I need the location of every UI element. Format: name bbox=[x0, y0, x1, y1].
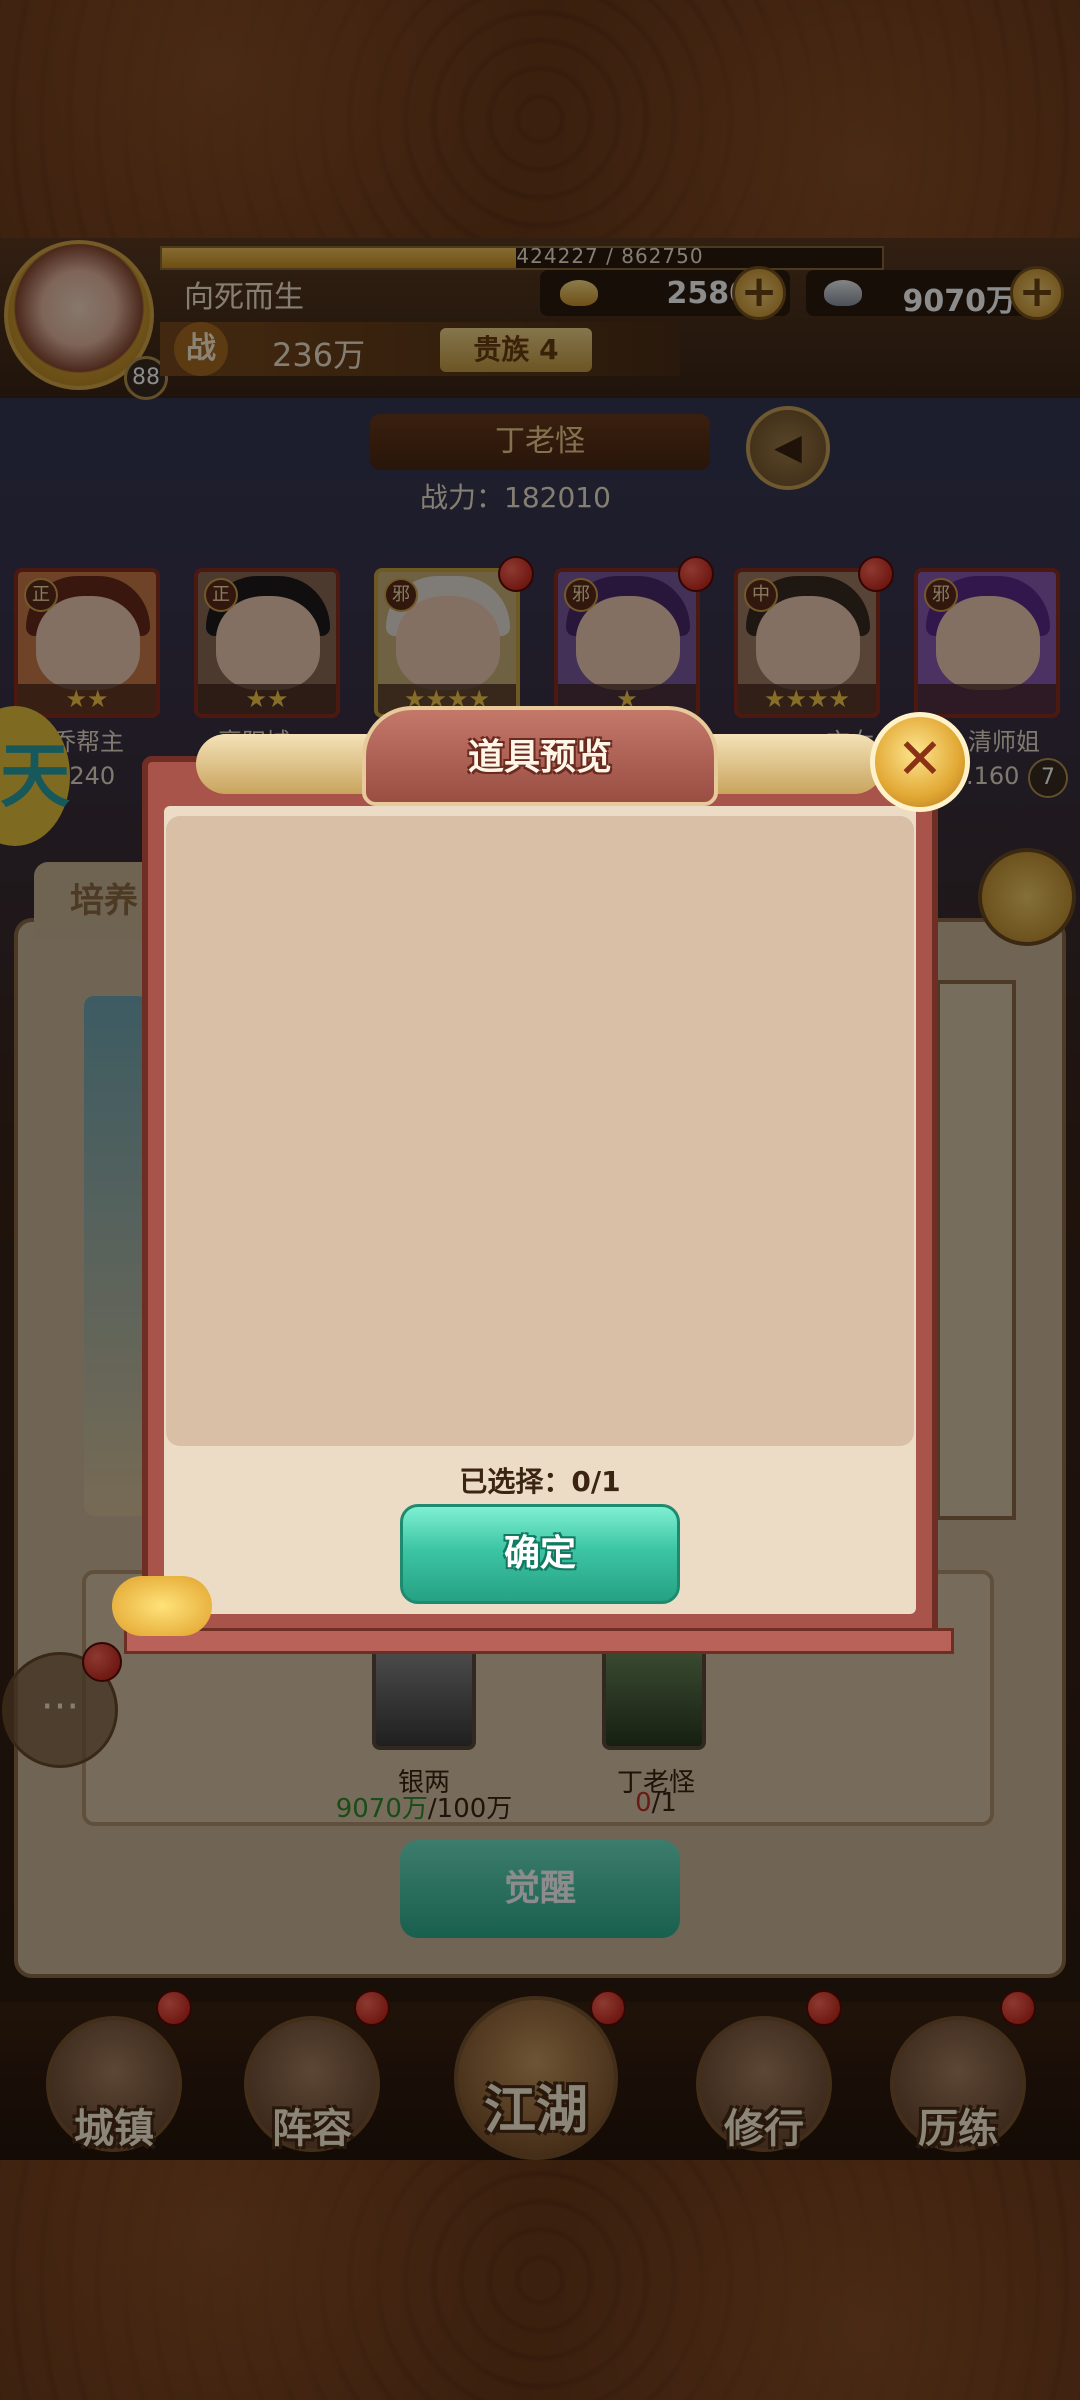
title-ornament-right bbox=[694, 734, 884, 794]
dialog-close-button[interactable]: ✕ bbox=[870, 712, 970, 812]
dialog-title: 道具预览 bbox=[467, 737, 612, 778]
top-decor-band bbox=[0, 0, 1080, 238]
bottom-decor-band bbox=[0, 2160, 1080, 2400]
cloud-ornament-icon bbox=[112, 1576, 212, 1636]
dialog-base-trim bbox=[124, 1628, 954, 1654]
title-ornament-left bbox=[196, 734, 386, 794]
selected-count: 已选择：0/1 bbox=[459, 1465, 621, 1498]
item-list-area[interactable] bbox=[166, 816, 914, 1446]
confirm-button[interactable]: 确定 bbox=[400, 1504, 680, 1604]
